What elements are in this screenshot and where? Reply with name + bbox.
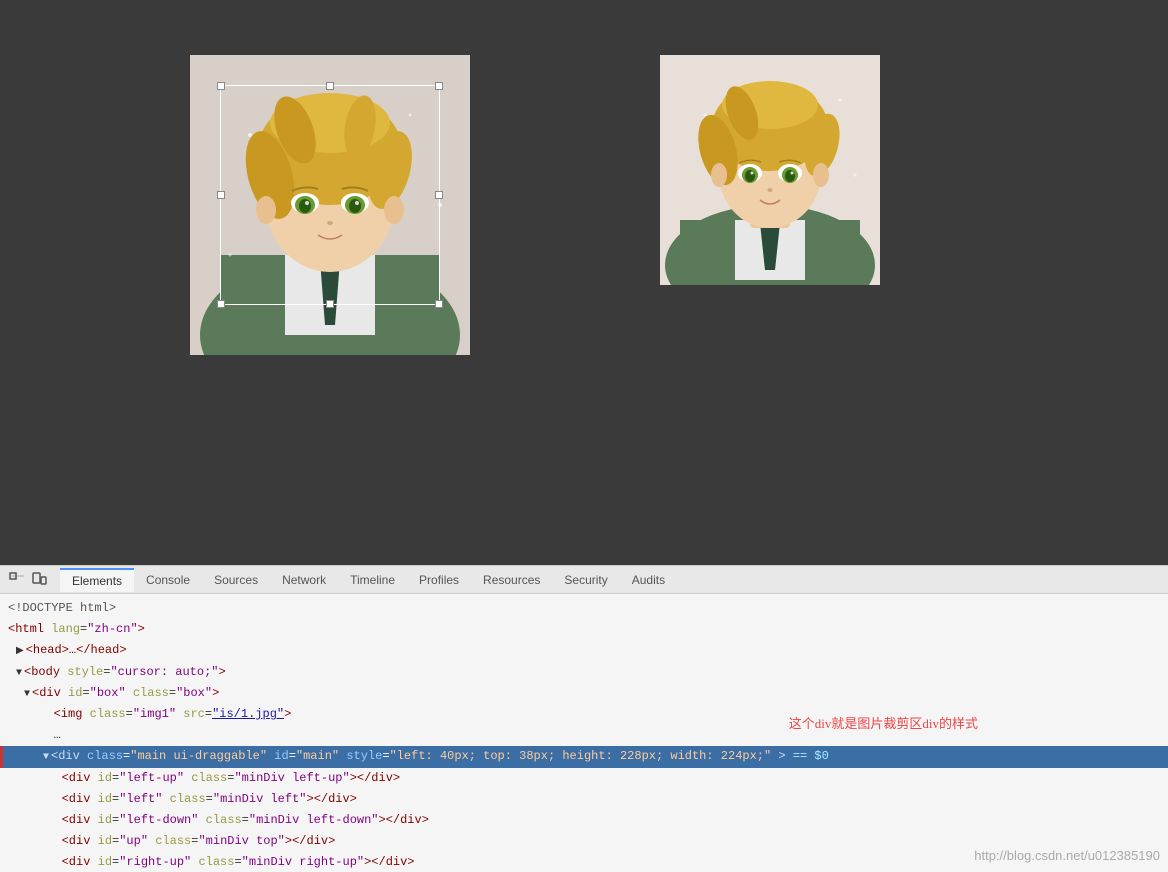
inspect-icon[interactable] xyxy=(8,571,26,589)
toolbar-icons xyxy=(8,571,48,589)
right-image-container xyxy=(660,55,880,285)
canvas-area xyxy=(0,0,1168,565)
code-img: <img class="img1" src="is/1.jpg"> xyxy=(32,704,1160,725)
ellipsis-text: … xyxy=(32,726,61,745)
devtools-content: <!DOCTYPE html> <html lang="zh-cn"> <hea… xyxy=(0,594,1168,872)
tab-console[interactable]: Console xyxy=(134,569,202,591)
source-image-svg xyxy=(190,55,470,355)
tab-elements[interactable]: Elements xyxy=(60,568,134,592)
main-triangle[interactable] xyxy=(43,747,49,766)
box-triangle[interactable] xyxy=(24,684,30,703)
tab-resources[interactable]: Resources xyxy=(471,569,552,591)
body-tag: <body style="cursor: auto;"> xyxy=(24,663,226,682)
device-icon[interactable] xyxy=(30,571,48,589)
box-tag: <div id="box" class="box"> xyxy=(32,684,219,703)
body-triangle[interactable] xyxy=(16,663,22,682)
tab-sources[interactable]: Sources xyxy=(202,569,270,591)
devtools-toolbar: Elements Console Sources Network Timelin… xyxy=(0,566,1168,594)
left-down-tag: <div id="left-down" class="minDiv left-d… xyxy=(40,811,429,830)
head-tag: <head>…</head> xyxy=(26,641,127,660)
code-left-up: <div id="left-up" class="minDiv left-up"… xyxy=(40,768,1160,789)
code-doctype: <!DOCTYPE html> xyxy=(8,598,1160,619)
code-head: <head>…</head> xyxy=(16,640,1160,661)
preview-image-svg xyxy=(660,55,880,285)
left-image-container xyxy=(190,55,470,355)
doctype-text: <!DOCTYPE html> xyxy=(8,599,116,618)
code-ellipsis: … xyxy=(32,725,1160,746)
right-up-tag: <div id="right-up" class="minDiv right-u… xyxy=(40,853,415,872)
code-body: <body style="cursor: auto;"> xyxy=(16,662,1160,683)
left-tag: <div id="left" class="minDiv left"></div… xyxy=(40,790,357,809)
devtools-tabs: Elements Console Sources Network Timelin… xyxy=(60,568,677,592)
url-watermark: http://blog.csdn.net/u012385190 xyxy=(974,848,1160,863)
head-triangle[interactable] xyxy=(16,641,24,660)
code-div-box: <div id="box" class="box"> xyxy=(24,683,1160,704)
code-left-down: <div id="left-down" class="minDiv left-d… xyxy=(40,810,1160,831)
img-tag: <img class="img1" src="is/1.jpg"> xyxy=(32,705,291,724)
tab-profiles[interactable]: Profiles xyxy=(407,569,471,591)
source-image xyxy=(190,55,470,355)
code-html: <html lang="zh-cn"> xyxy=(8,619,1160,640)
devtools-panel: Elements Console Sources Network Timelin… xyxy=(0,565,1168,871)
code-left: <div id="left" class="minDiv left"></div… xyxy=(40,789,1160,810)
tab-network[interactable]: Network xyxy=(270,569,338,591)
left-up-tag: <div id="left-up" class="minDiv left-up"… xyxy=(40,769,400,788)
tab-timeline[interactable]: Timeline xyxy=(338,569,407,591)
tab-security[interactable]: Security xyxy=(552,569,619,591)
dark-area xyxy=(0,355,1168,565)
main-tag: <div class="main ui-draggable" id="main"… xyxy=(51,747,829,766)
preview-image xyxy=(660,55,880,285)
up-tag: <div id="up" class="minDiv top"></div> xyxy=(40,832,335,851)
html-text: <html lang="zh-cn"> xyxy=(8,620,145,639)
tab-audits[interactable]: Audits xyxy=(620,569,677,591)
code-div-main[interactable]: <div class="main ui-draggable" id="main"… xyxy=(0,746,1168,767)
